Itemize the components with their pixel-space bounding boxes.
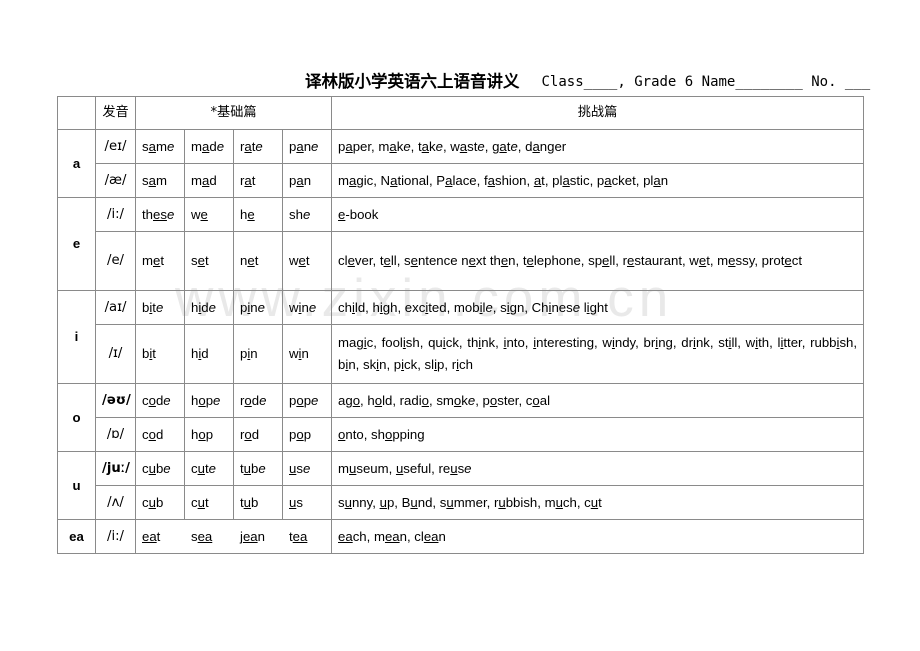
basic-word-cell: mad [184, 163, 234, 198]
basic-word-cell: wet [281, 231, 333, 291]
challenge-cell: ago, hold, radio, smoke, poster, coal [331, 383, 865, 418]
basic-word: tea [289, 528, 308, 544]
ipa-cell: /i:/ [95, 519, 136, 554]
challenge-cell: onto, shopping [331, 417, 865, 452]
basic-word: sea [191, 528, 213, 544]
challenge-cell: museum, useful, reuse [331, 451, 865, 486]
header-ipa-cell: 发音 [95, 96, 136, 130]
basic-word-cell: sam [135, 163, 185, 198]
letter-group-i: i [57, 290, 96, 384]
basic-word-cell: hope [184, 383, 234, 418]
basic-word-cell: code [135, 383, 185, 418]
ipa-cell: /aɪ/ [95, 290, 136, 325]
basic-word-cell: pine [233, 290, 283, 325]
table-row: /æ/sam mad rat pan magic, National, Palace, … [58, 163, 865, 198]
header-letter-cell [57, 96, 96, 130]
table-row: a/eɪ/same made rate pane paper, make, take, … [57, 129, 865, 198]
basic-word-cell: pane [281, 129, 333, 164]
ipa-cell: /ɪ/ [95, 324, 136, 384]
table-row: /ɒ/cod hop rod pop onto, shopping [58, 417, 865, 452]
ipa-cell: /i:/ [95, 197, 136, 232]
challenge-cell: clever, tell, sentence next then, teleph… [331, 231, 865, 291]
header-basic-cell: *基础篇 [134, 96, 333, 130]
basic-word: jean [240, 528, 265, 544]
challenge-cell: paper, make, take, waste, gate, danger [331, 129, 865, 164]
basic-word-cell: hide [184, 290, 234, 325]
basic-word-cell: he [233, 197, 283, 232]
basic-word-cell: rate [233, 129, 283, 164]
basic-word-cell: cod [135, 417, 185, 452]
basic-word-cell: these [135, 197, 185, 232]
challenge-cell: child, high, excited, mobile, sign, Chin… [331, 290, 865, 325]
ipa-cell: /ɒ/ [95, 417, 136, 452]
ipa-cell: /juː/ [95, 451, 136, 486]
basic-word-cell: rod [233, 417, 283, 452]
basic-word-cell: we [184, 197, 234, 232]
basic-word-cell: same [135, 129, 185, 164]
challenge-cell: each, mean, clean [331, 519, 865, 554]
table-row: /ɪ/bit hid pin win magic, foolish, quick, th… [58, 324, 865, 384]
basic-word-cell: us [281, 485, 333, 520]
header-challenge-cell: 挑战篇 [331, 96, 865, 130]
letter-group-u: u [57, 451, 96, 520]
ipa-cell: /e/ [95, 231, 136, 291]
basic-word-cell: win [281, 324, 333, 384]
basic-word-cell: bit [135, 324, 185, 384]
basic-word-cell: rode [233, 383, 283, 418]
basic-word-cell: rat [233, 163, 283, 198]
basic-word-cell: pan [281, 163, 333, 198]
table-row: ea/i:/ eat sea jean tea each, mean, clean [57, 519, 865, 554]
table-row: e/i:/these we he she e-book [57, 197, 865, 291]
letter-group-ea: ea [57, 519, 96, 554]
basic-word: eat [142, 528, 161, 544]
table-row: o/əʊ/code hope rode pope ago, hold, radio, s… [57, 383, 865, 452]
basic-word-cell: cute [184, 451, 234, 486]
page-title: 译林版小学英语六上语音讲义 [305, 71, 520, 91]
ipa-cell: /eɪ/ [95, 129, 136, 164]
student-info-fields: Class____, Grade 6 Name________ No. ___ [541, 74, 871, 91]
basic-word-cell: pop [281, 417, 333, 452]
basic-word-cell: cube [135, 451, 185, 486]
basic-word-cell: set [184, 231, 234, 291]
basic-word-cell: hop [184, 417, 234, 452]
basic-word-cell: pin [233, 324, 283, 384]
letter-group-o: o [57, 383, 96, 452]
ipa-cell: /æ/ [95, 163, 136, 198]
basic-word-cell: wine [281, 290, 333, 325]
table-header-row: 发音 *基础篇 挑战篇 [57, 96, 865, 130]
basic-word-cell: she [281, 197, 333, 232]
table-row: i/aɪ/bite hide pine wine child, high, excite… [57, 290, 865, 384]
table-row: u/juː/cube cute tube use museum, useful, reu… [57, 451, 865, 520]
basic-word-cell: cub [135, 485, 185, 520]
basic-word-cell: cut [184, 485, 234, 520]
phonics-table: 发音 *基础篇 挑战篇 a/eɪ/same made rate pane paper, mak… [57, 96, 865, 554]
letter-group-a: a [57, 129, 96, 198]
challenge-cell: magic, National, Palace, fashion, at, pl… [331, 163, 865, 198]
challenge-cell: magic, foolish, quick, think, into, inte… [331, 324, 865, 384]
basic-word-cell: use [281, 451, 333, 486]
basic-word-cell: tube [233, 451, 283, 486]
letter-group-e: e [57, 197, 96, 291]
basic-word-cell: tub [233, 485, 283, 520]
basic-word-cell: net [233, 231, 283, 291]
ipa-cell: /əʊ/ [95, 383, 136, 418]
challenge-cell: e-book [331, 197, 865, 232]
basic-word-cell: bite [135, 290, 185, 325]
basic-word-cell: hid [184, 324, 234, 384]
table-row: /e/met set net wet clever, tell, sentence ne… [58, 231, 865, 291]
basic-word-cell: made [184, 129, 234, 164]
challenge-cell: sunny, up, Bund, summer, rubbish, much, … [331, 485, 865, 520]
basic-word-cell: met [135, 231, 185, 291]
ipa-cell: /ʌ/ [95, 485, 136, 520]
basic-word-cell: pope [281, 383, 333, 418]
basic-words-cell: eat sea jean tea [134, 519, 333, 554]
page-header: 译林版小学英语六上语音讲义 Class____, Grade 6 Name___… [57, 58, 870, 91]
table-row: /ʌ/cub cut tub us sunny, up, Bund, summer, r… [58, 485, 865, 520]
